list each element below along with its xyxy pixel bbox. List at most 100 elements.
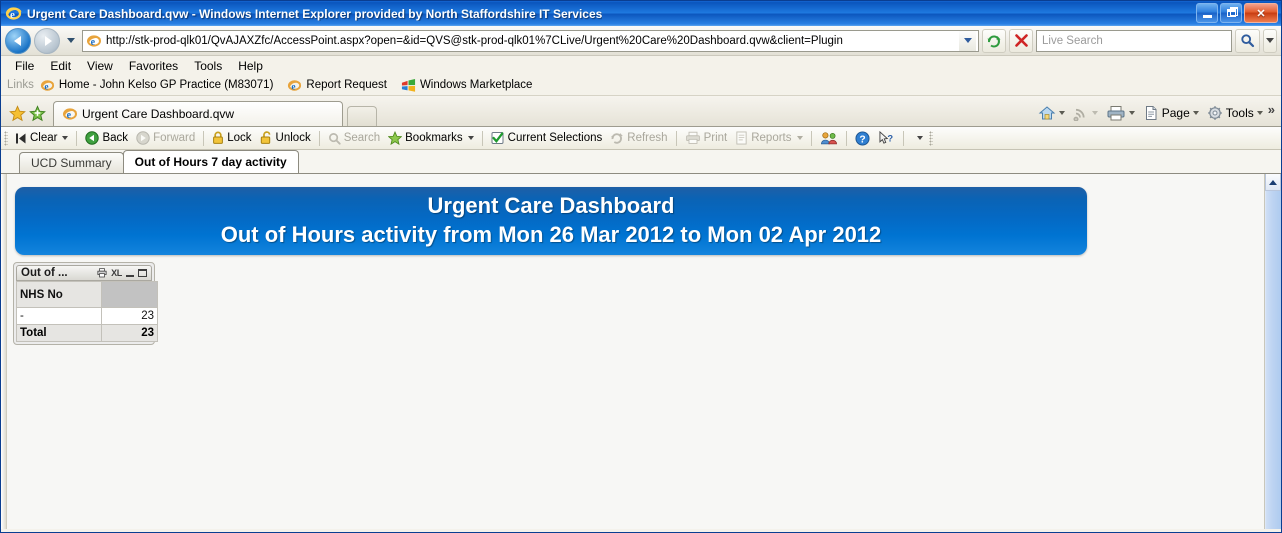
restore-button[interactable] [1220, 3, 1242, 23]
toolbar-grip[interactable] [4, 130, 8, 146]
address-input[interactable]: http://stk-prod-qlk01/QvAJAXZfc/AccessPo… [106, 35, 959, 47]
refresh-button[interactable] [982, 28, 1006, 53]
qv-clear-button[interactable]: Clear [11, 131, 72, 146]
table-row[interactable]: - 23 [16, 307, 158, 325]
link-windows-marketplace[interactable]: Windows Marketplace [401, 78, 532, 93]
tools-menu-button[interactable]: Tools [1204, 104, 1266, 122]
browser-tab-urgent-care-dashboard[interactable]: e Urgent Care Dashboard.qvw [53, 101, 343, 126]
browser-tab-bar: e Urgent Care Dashboard.qvw Page Tools » [1, 96, 1281, 127]
menu-bar: File Edit View Favorites Tools Help [1, 56, 1281, 75]
menu-item-tools[interactable]: Tools [186, 58, 230, 74]
qv-help-button[interactable]: ? [851, 130, 874, 147]
qv-item-label: Bookmarks [405, 132, 463, 144]
page-menu-button[interactable]: Page [1140, 104, 1202, 122]
sheet-tab-ucd-summary[interactable]: UCD Summary [19, 152, 124, 173]
object-caption-title: Out of ... [21, 267, 68, 279]
qv-back-button[interactable]: Back [81, 130, 132, 146]
qv-lock-button[interactable]: Lock [208, 130, 255, 146]
row-value[interactable]: 23 [101, 307, 158, 325]
lock-icon [213, 131, 224, 144]
sheet-canvas: Urgent Care Dashboard Out of Hours activ… [7, 174, 1264, 529]
menu-item-edit[interactable]: Edit [42, 58, 79, 74]
address-dropdown-icon[interactable] [959, 30, 976, 51]
chevron-down-icon[interactable] [62, 136, 69, 140]
chevron-down-icon[interactable] [1128, 110, 1135, 115]
column-header-nhs-no[interactable]: NHS No [16, 281, 102, 308]
column-header-value[interactable] [101, 281, 158, 308]
address-bar[interactable]: e http://stk-prod-qlk01/QvAJAXZfc/Access… [82, 29, 979, 52]
object-caption-icons: XL [97, 268, 149, 278]
recent-pages-dropdown-icon[interactable] [67, 38, 75, 43]
sheet-tab-out-of-hours-7-day-activity[interactable]: Out of Hours 7 day activity [122, 150, 299, 173]
straight-table-object[interactable]: Out of ... XL NHS No - 23 Total 23 [13, 262, 158, 345]
back-button[interactable] [5, 27, 31, 54]
forward-button[interactable] [34, 27, 60, 54]
qv-context-help-button[interactable]: ? [874, 130, 899, 147]
rss-feed-button[interactable] [1070, 104, 1101, 122]
qv-item-label: Unlock [275, 132, 311, 144]
chevron-down-icon [796, 136, 803, 140]
qv-item-label: Back [102, 132, 129, 144]
context-help-pointer-icon: ? [878, 130, 893, 144]
bookmark-star-icon [388, 131, 403, 145]
new-tab-button[interactable] [347, 106, 377, 126]
qv-item-label: Current Selections [507, 132, 603, 144]
stop-button[interactable] [1009, 28, 1033, 53]
svg-text:e: e [44, 82, 48, 92]
status-edge [1, 529, 1281, 532]
toolbar-separator [318, 130, 320, 146]
window-controls: ✕ [1196, 3, 1278, 23]
menu-item-view[interactable]: View [79, 58, 121, 74]
forward-icon [136, 131, 150, 145]
qv-bookmarks-button[interactable]: Bookmarks [384, 130, 478, 146]
toolbar-overflow-grip[interactable] [928, 130, 933, 146]
windows-marketplace-icon [401, 78, 416, 93]
search-go-button[interactable] [1235, 28, 1260, 53]
home-button[interactable] [1035, 104, 1068, 122]
search-input[interactable]: Live Search [1042, 35, 1103, 47]
chevron-down-icon[interactable] [1256, 110, 1263, 115]
add-to-favorites-icon[interactable] [27, 100, 47, 126]
qv-collaboration-button[interactable] [816, 130, 842, 146]
star-icon[interactable] [7, 100, 27, 126]
sheet-area: Urgent Care Dashboard Out of Hours activ… [1, 174, 1281, 529]
minimize-button[interactable] [1196, 3, 1218, 23]
qv-refresh-button: Refresh [606, 130, 671, 146]
chevron-down-icon[interactable] [467, 136, 474, 140]
qv-item-label: Search [343, 132, 381, 144]
qv-unlock-button[interactable]: Unlock [256, 130, 315, 146]
scrollbar-thumb[interactable] [1265, 191, 1281, 529]
link-home-john-kelso-gp-practice[interactable]: e Home - John Kelso GP Practice (M83071) [40, 78, 273, 93]
export-to-excel-icon[interactable]: XL [111, 268, 122, 278]
search-box[interactable]: Live Search [1036, 29, 1232, 52]
search-options-dropdown[interactable] [1263, 28, 1277, 53]
row-label[interactable]: - [16, 307, 102, 325]
scroll-up-button[interactable] [1265, 174, 1281, 191]
menu-item-help[interactable]: Help [230, 58, 271, 74]
print-button[interactable] [1103, 104, 1138, 122]
table-header: NHS No [16, 281, 158, 308]
vertical-scrollbar[interactable] [1264, 174, 1281, 529]
collaboration-users-icon [820, 132, 837, 145]
command-overflow-button[interactable]: » [1268, 102, 1275, 123]
minimize-object-icon[interactable] [126, 274, 134, 277]
qv-menu-button[interactable] [908, 135, 927, 141]
dashboard-title: Urgent Care Dashboard [427, 193, 675, 218]
qv-current-selections-button[interactable]: Current Selections [487, 130, 607, 146]
search-icon [328, 132, 341, 145]
maximize-object-icon[interactable] [138, 269, 147, 277]
menu-item-file[interactable]: File [7, 58, 42, 74]
link-report-request[interactable]: e Report Request [287, 78, 387, 93]
total-label: Total [16, 324, 102, 342]
chevron-down-icon[interactable] [1192, 110, 1199, 115]
close-button[interactable]: ✕ [1244, 3, 1278, 23]
qv-forward-button: Forward [132, 130, 199, 146]
print-object-icon[interactable] [97, 268, 107, 278]
help-icon: ? [854, 130, 870, 146]
chevron-down-icon[interactable] [1058, 110, 1065, 115]
qv-item-label: Reports [751, 132, 792, 144]
nhs-no-table[interactable]: NHS No - 23 Total 23 [16, 281, 158, 342]
chevron-down-icon[interactable] [916, 136, 923, 140]
menu-item-favorites[interactable]: Favorites [121, 58, 186, 74]
object-caption-bar[interactable]: Out of ... XL [16, 265, 152, 281]
